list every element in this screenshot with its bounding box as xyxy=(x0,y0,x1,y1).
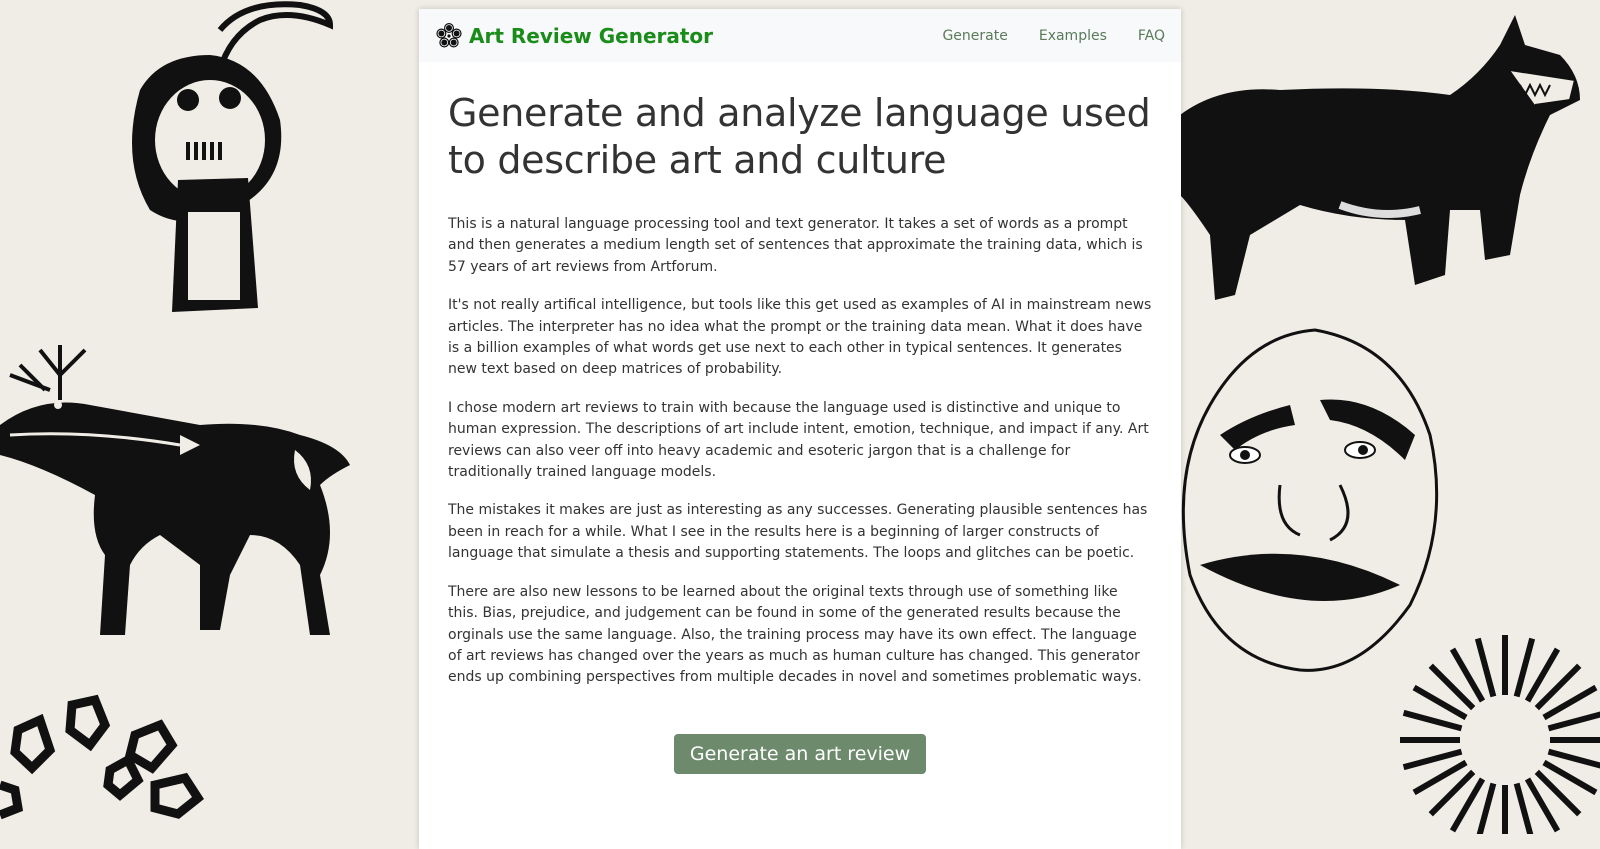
generate-review-button[interactable]: Generate an art review xyxy=(673,733,927,774)
stone-shapes-art xyxy=(0,694,204,820)
ai-paragraph: It's not really artifical intelligence, … xyxy=(448,297,1152,378)
button-wrapper: Generate an art review xyxy=(448,733,1152,774)
flower-icon xyxy=(435,22,463,50)
intro-paragraph: This is a natural language processing to… xyxy=(448,216,1143,275)
skull-figure-art xyxy=(132,1,334,312)
brand-title: Art Review Generator xyxy=(469,23,714,48)
lessons-paragraph: There are also new lessons to be learned… xyxy=(448,583,1142,686)
nav-link-faq[interactable]: FAQ xyxy=(1138,28,1165,44)
deer-figure-art xyxy=(0,345,350,635)
nav-link-generate[interactable]: Generate xyxy=(942,28,1007,44)
mistakes-paragraph: The mistakes it makes are just as intere… xyxy=(448,502,1148,562)
training-paragraph: I chose modern art reviews to train with… xyxy=(448,399,1149,481)
navbar: Art Review Generator Generate Examples F… xyxy=(419,9,1181,62)
brand[interactable]: Art Review Generator xyxy=(435,22,713,50)
sunburst-art xyxy=(1400,635,1600,834)
nav-links: Generate Examples FAQ xyxy=(911,28,1165,44)
main-card: Art Review Generator Generate Examples F… xyxy=(419,9,1181,849)
page-title: Generate and analyze language used to de… xyxy=(448,91,1151,182)
main-content: Generate and analyze language used to de… xyxy=(419,62,1181,774)
wolf-figure-art xyxy=(1180,15,1580,300)
nav-link-examples[interactable]: Examples xyxy=(1039,28,1107,44)
